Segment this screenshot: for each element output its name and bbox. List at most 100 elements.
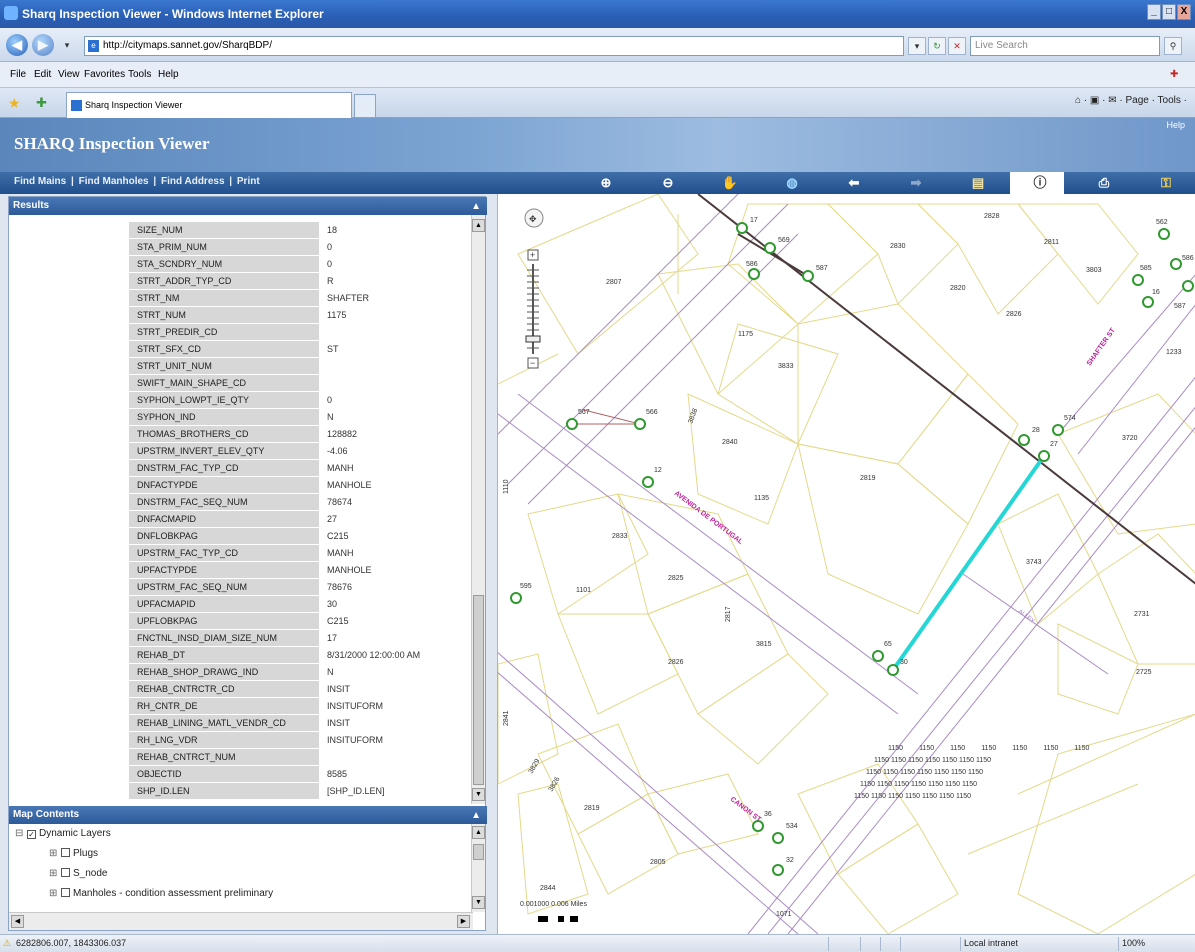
menu-help[interactable]: Help bbox=[158, 69, 179, 80]
stop-icon[interactable]: ✕ bbox=[948, 37, 966, 55]
attribute-value: 17 bbox=[327, 633, 338, 643]
manhole-node[interactable] bbox=[1182, 280, 1194, 292]
contents-horizontal-scrollbar[interactable]: ◀ ▶ bbox=[9, 912, 473, 930]
help-link[interactable]: Help bbox=[1166, 120, 1185, 130]
map-contents-collapse-icon[interactable]: ▲ bbox=[471, 807, 481, 825]
full-extent-icon[interactable]: ◍ bbox=[782, 174, 802, 192]
scroll-thumb[interactable] bbox=[473, 844, 484, 860]
layer-item[interactable]: ⊞ S_node bbox=[49, 868, 107, 879]
manhole-node[interactable] bbox=[802, 270, 814, 282]
results-header[interactable]: Results ▲ bbox=[9, 197, 487, 215]
menu-view[interactable]: View bbox=[58, 69, 80, 80]
manhole-node[interactable] bbox=[1052, 424, 1064, 436]
scroll-thumb[interactable] bbox=[473, 595, 484, 785]
manhole-node[interactable] bbox=[566, 418, 578, 430]
url-field[interactable]: e http://citymaps.sannet.gov/SharqBDP/ bbox=[84, 36, 904, 56]
map-canvas[interactable]: 17 569 586 587 567 566 12 28 574 27 595 … bbox=[498, 194, 1195, 934]
find-mains-link[interactable]: Find Mains bbox=[14, 176, 66, 187]
expand-toggle-icon[interactable]: ⊞ bbox=[49, 848, 58, 859]
expand-toggle-icon[interactable]: ⊞ bbox=[49, 868, 58, 879]
menu-file[interactable]: File bbox=[10, 69, 26, 80]
layer-checkbox[interactable] bbox=[61, 868, 70, 877]
pan-hand-icon[interactable]: ✋ bbox=[720, 174, 740, 192]
layers-icon[interactable]: ▤ bbox=[968, 174, 988, 192]
panel-splitter[interactable] bbox=[488, 194, 497, 934]
manhole-node[interactable] bbox=[634, 418, 646, 430]
history-dropdown-icon[interactable]: ▾ bbox=[58, 37, 76, 55]
manhole-node[interactable] bbox=[642, 476, 654, 488]
new-tab-button[interactable] bbox=[354, 94, 376, 118]
map-view[interactable]: 17 569 586 587 567 566 12 28 574 27 595 … bbox=[497, 194, 1195, 934]
scroll-down-arrow[interactable]: ▼ bbox=[472, 788, 485, 801]
key-icon[interactable]: ⚿ bbox=[1156, 174, 1176, 192]
zoom-in-icon[interactable]: ⊕ bbox=[596, 174, 616, 192]
find-address-link[interactable]: Find Address bbox=[161, 176, 225, 187]
attribute-name: STRT_SFX_CD bbox=[129, 341, 319, 357]
attribute-row: UPFACMAPID 30 bbox=[129, 596, 469, 612]
results-scrollbar[interactable]: ▲ ▼ bbox=[471, 215, 485, 804]
manhole-node[interactable] bbox=[1158, 228, 1170, 240]
zoom-level[interactable]: 100% bbox=[1122, 938, 1145, 948]
scroll-up-arrow[interactable]: ▲ bbox=[472, 219, 485, 232]
layer-checkbox[interactable] bbox=[61, 848, 70, 857]
manhole-node[interactable] bbox=[772, 832, 784, 844]
manhole-node[interactable] bbox=[772, 864, 784, 876]
layer-item[interactable]: ⊞ Plugs bbox=[49, 848, 98, 859]
manhole-node[interactable] bbox=[764, 242, 776, 254]
refresh-icon[interactable]: ↻ bbox=[928, 37, 946, 55]
zoom-slider-handle[interactable] bbox=[525, 335, 541, 343]
maximize-button[interactable]: □ bbox=[1162, 4, 1176, 20]
identify-icon[interactable]: ⓘ bbox=[1030, 174, 1050, 192]
scroll-down-arrow[interactable]: ▼ bbox=[472, 896, 485, 909]
manhole-node[interactable] bbox=[1018, 434, 1030, 446]
manhole-node[interactable] bbox=[1142, 296, 1154, 308]
manhole-node[interactable] bbox=[872, 650, 884, 662]
manhole-node[interactable] bbox=[887, 664, 899, 676]
browser-tab[interactable]: Sharq Inspection Viewer bbox=[66, 92, 352, 118]
manhole-node[interactable] bbox=[736, 222, 748, 234]
menu-tools[interactable]: Tools bbox=[128, 69, 151, 80]
expand-toggle-icon[interactable]: ⊞ bbox=[49, 888, 58, 899]
layer-checkbox[interactable]: ✓ bbox=[27, 830, 36, 839]
url-dropdown-icon[interactable]: ▾ bbox=[908, 37, 926, 55]
back-button[interactable]: ◀ bbox=[6, 34, 28, 56]
manhole-node[interactable] bbox=[1132, 274, 1144, 286]
close-button[interactable]: X bbox=[1177, 4, 1191, 20]
search-icon[interactable]: ⚲ bbox=[1164, 37, 1182, 55]
manhole-node[interactable] bbox=[1170, 258, 1182, 270]
forward-arrow-icon[interactable]: ➡ bbox=[906, 174, 926, 192]
translate-icon[interactable]: ✚ bbox=[1170, 69, 1178, 80]
menu-favorites[interactable]: Favorites bbox=[84, 69, 125, 80]
forward-button[interactable]: ▶ bbox=[32, 34, 54, 56]
map-navigation-control[interactable]: ✥ + − bbox=[524, 208, 544, 369]
security-zone[interactable]: Local intranet bbox=[964, 938, 1018, 948]
contents-scrollbar[interactable]: ▲ ▼ bbox=[471, 824, 485, 912]
menu-edit[interactable]: Edit bbox=[34, 69, 51, 80]
map-contents-title: Map Contents bbox=[13, 809, 80, 820]
search-input[interactable]: Live Search bbox=[970, 36, 1160, 56]
back-arrow-icon[interactable]: ⬅ bbox=[844, 174, 864, 192]
command-bar[interactable]: ⌂ · ▣ · ✉ · Page · Tools · bbox=[1075, 95, 1187, 106]
manhole-node[interactable] bbox=[748, 268, 760, 280]
print-link[interactable]: Print bbox=[237, 176, 260, 187]
scroll-left-arrow[interactable]: ◀ bbox=[11, 915, 24, 928]
minimize-button[interactable]: _ bbox=[1147, 4, 1161, 20]
print-icon[interactable]: ⎙ bbox=[1094, 174, 1114, 192]
find-manholes-link[interactable]: Find Manholes bbox=[79, 176, 149, 187]
zoom-out-icon[interactable]: ⊖ bbox=[658, 174, 678, 192]
expand-toggle-icon[interactable]: ⊟ bbox=[15, 828, 24, 839]
layer-checkbox[interactable] bbox=[61, 888, 70, 897]
map-contents-header[interactable]: Map Contents ▲ bbox=[9, 806, 487, 824]
link-separator: | bbox=[229, 176, 233, 187]
layer-item[interactable]: ⊟ ✓ Dynamic Layers bbox=[15, 828, 111, 839]
favorites-star-icon[interactable]: ★ bbox=[8, 95, 21, 112]
scroll-right-arrow[interactable]: ▶ bbox=[457, 915, 470, 928]
results-collapse-icon[interactable]: ▲ bbox=[471, 198, 481, 216]
scroll-up-arrow[interactable]: ▲ bbox=[472, 826, 485, 839]
add-favorites-icon[interactable]: ✚ bbox=[36, 95, 47, 111]
layer-item[interactable]: ⊞ Manholes - condition assessment prelimi… bbox=[49, 888, 273, 899]
manhole-node[interactable] bbox=[510, 592, 522, 604]
node-label: 27 bbox=[1050, 441, 1058, 448]
selected-sewer-main[interactable] bbox=[891, 454, 1046, 672]
manhole-node[interactable] bbox=[1038, 450, 1050, 462]
